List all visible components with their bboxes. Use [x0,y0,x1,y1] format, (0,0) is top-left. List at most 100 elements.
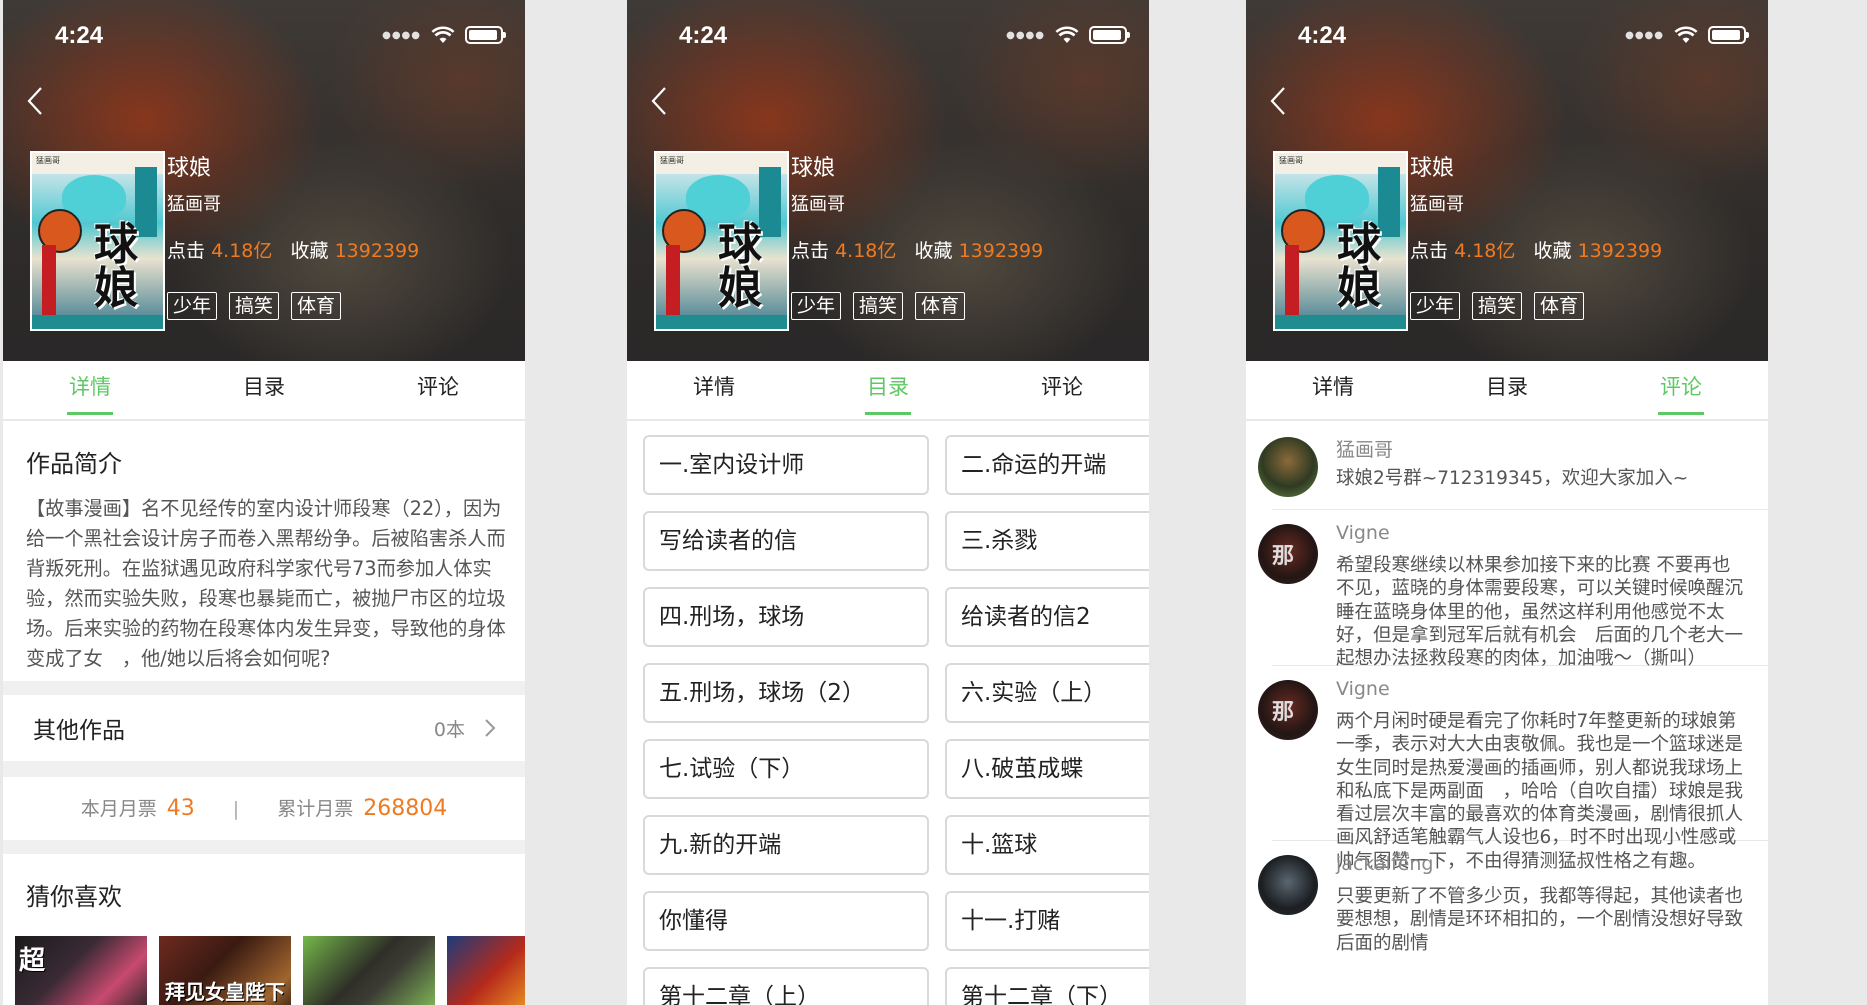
comment-item: 那 Vigne 希望段寒继续以林果参加接下来的比赛 不要再也不见，蓝晓的身体需要… [1258,510,1768,669]
chapter-button[interactable]: 七.试验（下） [643,739,929,799]
chapter-button[interactable]: 九.新的开端 [643,815,929,875]
chapter-button[interactable]: 四.刑场，球场 [643,587,929,647]
avatar[interactable]: 那 [1258,524,1318,584]
comment-text: 希望段寒继续以林果参加接下来的比赛 不要再也不见，蓝晓的身体需要段寒，可以关键时… [1336,555,1744,670]
back-arrow-icon[interactable] [25,84,45,118]
tab-detail[interactable]: 详情 [3,361,177,419]
chapter-button[interactable]: 八.破茧成蝶 [945,739,1149,799]
rec-cover-text: 拜见女皇陛下 [165,980,285,1004]
recommendation-cover[interactable] [447,936,525,1005]
chapter-button[interactable]: 你懂得 [643,891,929,951]
comic-cover: 猛画哥 球娘 [30,151,165,331]
cover-author-text: 猛画哥 [36,156,60,165]
divider [3,761,525,777]
intro-text: 【故事漫画】名不见经传的室内设计师段寒（22），因为给一个黑社会设计房子而卷入黑… [26,497,506,670]
tag[interactable]: 体育 [1534,292,1585,320]
tab-catalog[interactable]: 目录 [1420,361,1594,419]
favorites-label: 收藏 [1533,240,1572,262]
tab-detail[interactable]: 详情 [1246,361,1420,419]
status-bar-icons: ●●●● [1625,26,1749,44]
tab-bar: 详情 目录 评论 [1246,361,1768,421]
avatar[interactable]: 那 [1258,680,1318,740]
battery-icon [1708,26,1749,44]
tag[interactable]: 搞笑 [853,292,904,320]
favorites-label: 收藏 [914,240,953,262]
comment-text: 只要更新了不管多少页，我都等得起，其他读者也要想想，剧情是环环相扣的，一个剧情没… [1336,886,1744,954]
tab-detail[interactable]: 详情 [627,361,801,419]
clicks-value: 4.18亿 [211,240,273,262]
avatar[interactable] [1258,437,1318,497]
tab-comments[interactable]: 评论 [975,361,1149,419]
avatar[interactable] [1258,855,1318,915]
chapter-button[interactable]: 五.刑场，球场（2） [643,663,929,723]
comment-item: 猛画哥 球娘2号群~712319345，欢迎大家加入~ [1258,423,1768,510]
recommendation-cover[interactable] [303,936,435,1005]
comic-title: 球娘 [167,156,212,181]
tab-catalog[interactable]: 目录 [801,361,975,419]
other-works-count: 0本 [433,718,465,741]
tag[interactable]: 体育 [915,292,966,320]
wifi-icon [1055,26,1079,43]
status-bar-icons: ●●●● [1006,26,1130,44]
chapter-button[interactable]: 十.篮球 [945,815,1149,875]
tag[interactable]: 少年 [791,292,842,320]
comic-author: 猛画哥 [167,194,221,215]
chapter-button[interactable]: 二.命运的开端 [945,435,1149,495]
favorites-value: 1392399 [334,240,420,262]
chevron-right-icon [485,719,496,737]
status-time: 4:24 [55,22,104,49]
tag[interactable]: 少年 [1410,292,1461,320]
chapter-button[interactable]: 写给读者的信 [643,511,929,571]
comic-cover: 猛画哥 球娘 [1273,151,1408,331]
recommendation-cover[interactable]: 超 [15,936,147,1005]
recommendation-list: 超 拜见女皇陛下 [15,936,525,1005]
tag[interactable]: 体育 [291,292,342,320]
wifi-icon [431,26,455,43]
chapter-button[interactable]: 第十二章（下） [945,967,1149,1005]
comment-item: jackalfeng 只要更新了不管多少页，我都等得起，其他读者也要想想，剧情是… [1258,841,1768,961]
back-arrow-icon[interactable] [1268,84,1288,118]
tab-comments[interactable]: 评论 [1594,361,1768,419]
comic-tags: 少年 搞笑 体育 [791,292,966,320]
clicks-label: 点击 [791,240,830,262]
battery-icon [1089,26,1130,44]
comic-stats: 点击 4.18亿 收藏 1392399 [1410,236,1662,263]
comic-stats: 点击 4.18亿 收藏 1392399 [167,236,419,263]
tag[interactable]: 搞笑 [229,292,280,320]
comic-author: 猛画哥 [791,194,845,215]
status-time: 4:24 [679,22,728,49]
total-ticket-value: 268804 [363,796,448,821]
chapter-button[interactable]: 一.室内设计师 [643,435,929,495]
phone-screen-comments: 4:24 ●●●● 猛画哥 球娘 球娘 猛画哥 点击 4.18亿 收藏 1392… [1246,0,1768,1005]
comic-tags: 少年 搞笑 体育 [1410,292,1585,320]
phone-screen-detail: 4:24 ●●●● 猛画哥 球娘 球娘 猛画哥 点击 4.18亿 收藏 1392… [3,0,525,1005]
signal-icon: ●●●● [1006,29,1045,41]
tab-bar: 详情 目录 评论 [3,361,525,421]
chapter-button[interactable]: 第十二章（上） [643,967,929,1005]
chapter-button[interactable]: 三.杀戮 [945,511,1149,571]
favorites-label: 收藏 [290,240,329,262]
clicks-label: 点击 [167,240,206,262]
divider [3,681,525,695]
cover-title-text: 球娘 [1337,219,1381,314]
back-arrow-icon[interactable] [649,84,669,118]
tab-comments[interactable]: 评论 [351,361,525,419]
tab-catalog[interactable]: 目录 [177,361,351,419]
recommendation-cover[interactable]: 拜见女皇陛下 [159,936,291,1005]
cover-title-text: 球娘 [94,219,138,314]
total-ticket-label: 累计月票 [277,798,354,820]
chapter-button[interactable]: 给读者的信2 [945,587,1149,647]
tag[interactable]: 少年 [167,292,218,320]
rec-cover-text: 超 [19,946,46,976]
favorites-value: 1392399 [958,240,1044,262]
comment-item: 那 Vigne 两个月闲时硬是看完了你耗时7年整更新的球娘第一季，表示对大大由衷… [1258,666,1768,872]
cover-title-text: 球娘 [718,219,762,314]
signal-icon: ●●●● [382,29,421,41]
wifi-icon [1674,26,1698,43]
comment-text: 球娘2号群~712319345，欢迎大家加入~ [1336,468,1689,489]
other-works-row[interactable]: 其他作品 0本 [3,695,525,761]
tag[interactable]: 搞笑 [1472,292,1523,320]
chapter-button[interactable]: 六.实验（上） [945,663,1149,723]
cover-author-text: 猛画哥 [1279,156,1303,165]
chapter-button[interactable]: 十一.打赌 [945,891,1149,951]
